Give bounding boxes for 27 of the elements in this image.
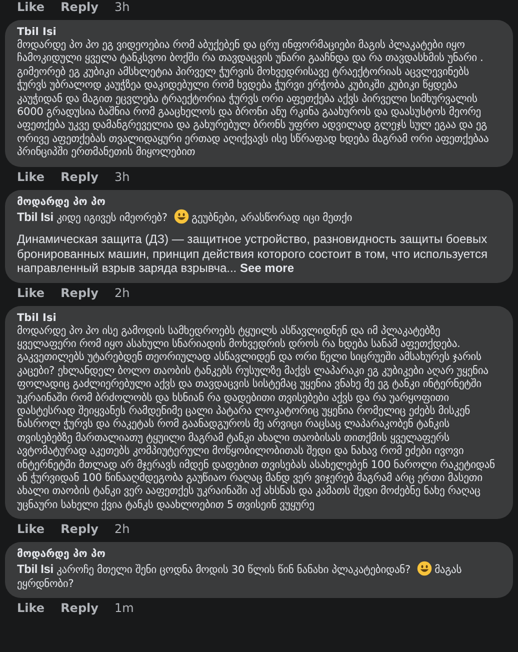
comment-text: მოდარდე პო პო ეგ ვიდეოებია რომ აბუქებენ და ცრუ ინფორმაციები მაგის პლაკატები იყო ჩამოკიდული ყველა ტანკსვოი ბოქში რა თავდაცვის უნარი გააჩნდა და რა თავდასხმის უნარი . გიმეორებ ეგ კუბიკი ამსხლეტია პირველ ჭურვის მოხვედრისავე ტრაექტორიას აცვლევინებს ჭურვს უბრალოდ კაუჭზეა დაკიდებული რომ ხვდება ჭურვი ერჭობა კუბიკში კუბიკი წყდება კაუჭიდან და მაგით ეცვლება ტრაექტორია ჭურვს ორი აფეთქება აქვს პირველი სიმხურვალის 6000 გრადუსია ბაშნია რომ გააცხელოს და ბრონი ანუ რკინა გაახუროს და დაასუსტოს მეორე აფეთქება უკვე დამანგრეველია და გახურებულ ბრონს უფრო ადვილად გლეჯს სულ ეგაა და ეგ ორივე აფეთქებას თვალიდაყური ერთად აღიქვავს ისე სწრაფად ხდება მაგრამ ორი აფეთქებაა პრინციპში ერთმანეთის მიყოლებით: [17, 39, 490, 160]
comment-text: Tbil Isi კიდე იგივეს იმეორებ? გეუბნები, არასწორად იცი მეთქი: [17, 208, 353, 226]
like-link[interactable]: Like: [17, 286, 45, 300]
comment-time: 2h: [114, 286, 130, 300]
comment-time: 1m: [114, 601, 134, 616]
reply-link[interactable]: Reply: [60, 170, 98, 184]
comment-author[interactable]: მოდარდე პო პო: [17, 196, 501, 208]
smiley-emoji-icon: [416, 561, 432, 576]
comment-text: Tbil Isi კაროჩე მთელი შენი ცოდნა მოდის 30 წლის წინ ნანახი პლაკატებიდან? მაგას ეყრდნობი?: [17, 561, 463, 592]
quoted-text: Динамическая защита (ДЗ) — защитное устройство, разновидность защиты боевых бронированных машин, принцип действия которого состоит в том, что используется направленный взрыв заряда взрывча... See more: [17, 232, 488, 276]
like-link[interactable]: Like: [17, 522, 45, 536]
reply-link[interactable]: Reply: [60, 0, 98, 14]
comment-time: 2h: [114, 522, 130, 536]
comment-author[interactable]: Tbil Isi: [17, 26, 501, 38]
like-link[interactable]: Like: [17, 0, 45, 14]
comment-author[interactable]: მოდარდე პო პო: [17, 548, 501, 560]
comment-time: 3h: [114, 0, 130, 14]
comment-time: 3h: [114, 170, 130, 184]
comment-text: მოდარდე პო პო ისე გამოდის სამხედროებს ტყუილს ასწავლიდნენ და იმ პლაკატებზე ყველაფერი რომ იყო ასახული სნარიადის მოხვედრის დროს რა ხდება სანამ აფეთქდება. გაკვეთილებს უტარებდენ თეორიულად ასწავლიდენ და ორი წელი სიცრუეში ამსახურეს ჯარის კაცები? ეხლანდელ ბოლო თაობის ტანკებს რუსულზე მაქვს ლაპარაკი ეგ კუბიკები აღარ უყენია ფოლადიც გაძლიერებული აქვს და თავდაცვის სისტემაც უყენია ვნახე მე ეგ ტანკი ინტერნეტში უკრაინაში რომ ბრძოლობს და ხსნიან რა დადებითი თვისებები აქვს და რა უარყოფითი დასტესრად შეიყვანეს რამდენიმე ცალი პატარა ლოკატორიც უყენია რომელიც ეძებს მისკენ ნასროლ ჭურვს და რაკეტას რომ გაანადგუროს მე არვიცი რაცსაც ლაპარაკობენ ტანკის თვისებებზე მართალიათუ ტყუილი მაგრამ ტანკი ახალი თაობისას თითქმის ყველაფერს ავტომატურად აკეთებს კომპიუტერული მოწყობილობითას შედი და ნახავ რომ ეძები ივოვი ინტერნეტში მთლად არ მჯერავს იმდენ დადებით თვისებას ასახელებენ 100 ნაროლი რაკეტიდან ან ჭურვიდან 100 წინააღმდეგობა გაუწიაო რაღაც მანდ ვერ ვიჯერებ მაგრამ არც ერთი მასეთი ახალი თაობის ტანკი ვერ ააფეთქეს უკრაინაში აქ ახსნას და კამათს შედი მოძებნე ნახე რაღაც უცნაური სახელი ქვია ტანკს დაახლოებით 5 თვისეინ ვუყურე: [17, 324, 496, 512]
reply-link[interactable]: Reply: [60, 522, 98, 536]
reply-link[interactable]: Reply: [60, 601, 98, 616]
comment-author[interactable]: Tbil Isi: [17, 312, 501, 324]
like-link[interactable]: Like: [17, 601, 45, 616]
smiley-emoji-icon: [174, 208, 189, 224]
reply-link[interactable]: Reply: [60, 286, 98, 300]
see-more-link[interactable]: See more: [240, 261, 294, 276]
like-link[interactable]: Like: [17, 170, 45, 184]
